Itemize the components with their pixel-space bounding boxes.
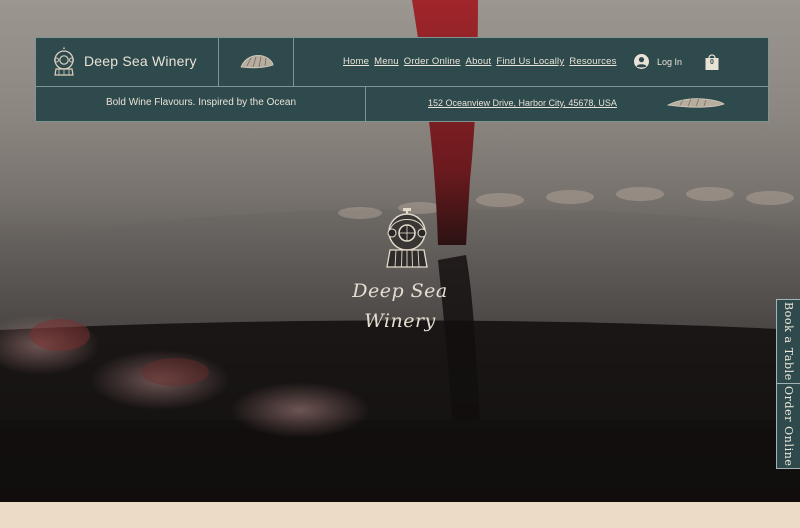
shell-decoration: [219, 38, 294, 86]
login-button[interactable]: Log In: [634, 54, 682, 69]
diving-helmet-icon: [54, 47, 74, 76]
nav-menu-link[interactable]: Menu: [374, 56, 399, 67]
address-block: 152 Oceanview Drive, Harbor City, 45678,…: [366, 87, 768, 121]
nav-about-link[interactable]: About: [466, 56, 492, 67]
hero-script-line1: Deep Sea: [352, 280, 448, 302]
nav-resources-link[interactable]: Resources: [569, 56, 616, 67]
nav-home-link[interactable]: Home: [343, 56, 369, 67]
book-a-table-label: Book a Table: [782, 302, 795, 381]
nav-find-us-link[interactable]: Find Us Locally: [496, 56, 564, 67]
cart-count: 0: [710, 59, 714, 66]
main-navigation: Home Menu Order Online About Find Us Loc…: [294, 38, 768, 86]
header-bottom-row: Bold Wine Flavours. Inspired by the Ocea…: [36, 87, 768, 121]
site-header: Deep Sea Winery Home Menu Order Online A…: [35, 37, 769, 122]
order-online-tab[interactable]: Order Online: [777, 384, 800, 468]
diving-helmet-icon: [386, 208, 428, 268]
side-tabs: Book a Table Order Online: [776, 299, 800, 469]
tagline-block: Bold Wine Flavours. Inspired by the Ocea…: [36, 87, 366, 121]
address-link[interactable]: 152 Oceanview Drive, Harbor City, 45678,…: [428, 98, 617, 108]
brand-tagline: Bold Wine Flavours. Inspired by the Ocea…: [105, 97, 297, 108]
user-avatar-icon: [634, 54, 649, 69]
brand-block[interactable]: Deep Sea Winery: [36, 38, 219, 86]
seashell-icon: [240, 55, 274, 69]
seashell-icon: [666, 98, 725, 108]
login-label: Log In: [657, 56, 683, 67]
header-top-row: Deep Sea Winery Home Menu Order Online A…: [36, 38, 768, 87]
cart-button[interactable]: 0: [704, 53, 720, 71]
brand-name: Deep Sea Winery: [84, 53, 197, 69]
page-footer-strip: [0, 502, 800, 528]
order-online-label: Order Online: [782, 385, 795, 467]
book-a-table-tab[interactable]: Book a Table: [777, 300, 800, 384]
nav-order-online-link[interactable]: Order Online: [404, 56, 461, 67]
hero-script-line2: Winery: [364, 310, 436, 332]
nav-links: Home Menu Order Online About Find Us Loc…: [343, 56, 617, 67]
hero-script-logo: Deep Sea Winery: [340, 276, 460, 336]
